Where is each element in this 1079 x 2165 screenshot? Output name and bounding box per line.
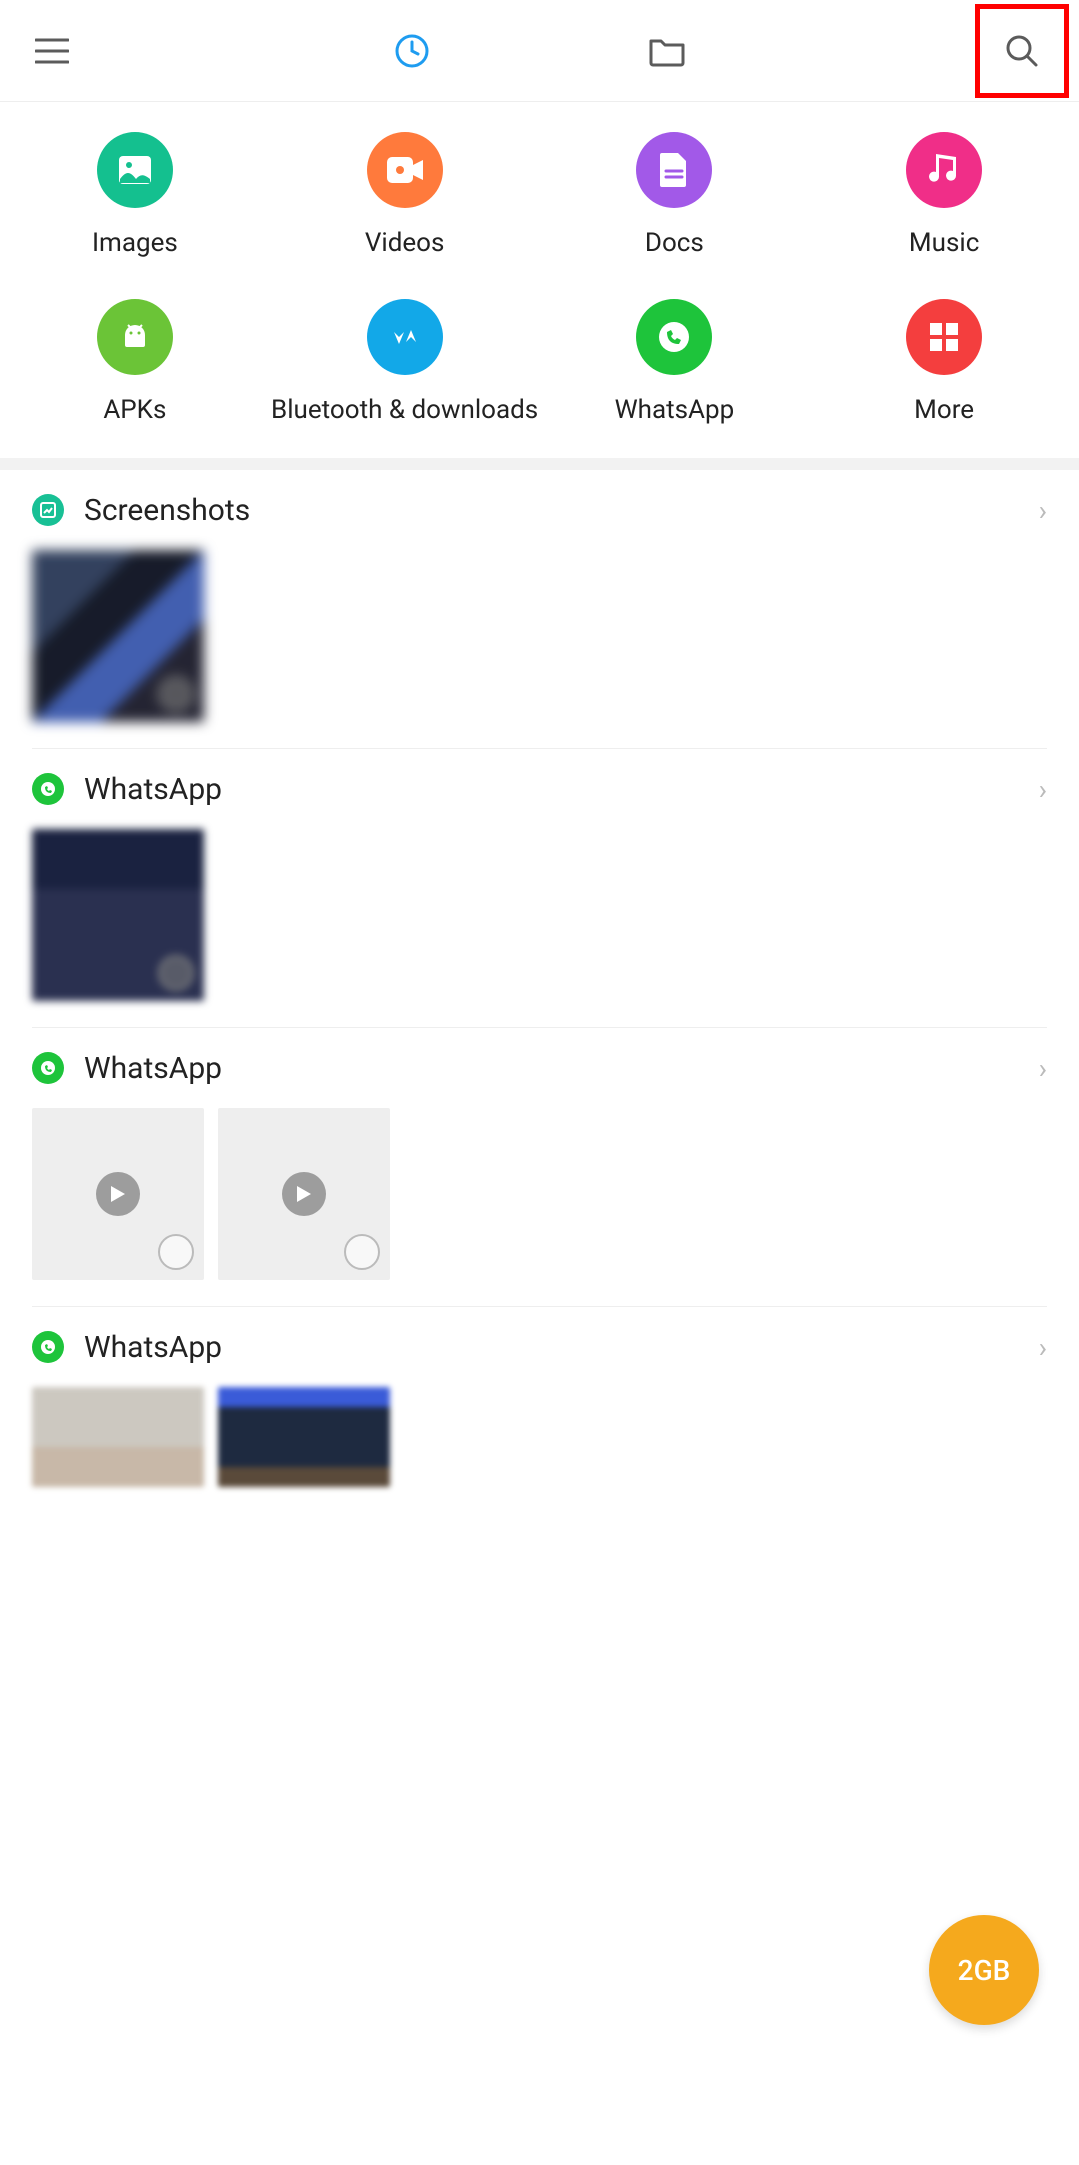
hamburger-icon (35, 38, 69, 64)
search-icon (1004, 33, 1040, 69)
search-button[interactable] (998, 27, 1046, 75)
thumbnail[interactable] (218, 1387, 390, 1487)
grid-icon (906, 299, 982, 375)
search-highlight (975, 4, 1069, 98)
fab-label: 2GB (958, 1954, 1011, 1987)
screenshots-icon (32, 494, 64, 526)
cat-label: Bluetooth & downloads (271, 395, 538, 426)
thumbnail[interactable] (32, 550, 204, 722)
cat-label: APKs (103, 395, 166, 426)
chevron-right-icon: › (1039, 773, 1047, 806)
menu-button[interactable] (28, 27, 76, 75)
whatsapp-icon (636, 299, 712, 375)
topbar (0, 0, 1079, 102)
thumbs-row (32, 550, 1047, 748)
section-title: WhatsApp (84, 772, 1019, 807)
cat-label: WhatsApp (615, 395, 735, 426)
section-whatsapp-3: WhatsApp › (0, 1307, 1079, 1513)
cat-more[interactable]: More (809, 299, 1079, 426)
cat-whatsapp[interactable]: WhatsApp (540, 299, 810, 426)
video-thumbnail[interactable] (32, 1108, 204, 1280)
section-screenshots: Screenshots › (0, 470, 1079, 748)
image-icon (97, 132, 173, 208)
play-icon (282, 1172, 326, 1216)
section-title: WhatsApp (84, 1051, 1019, 1086)
video-thumbnail[interactable] (218, 1108, 390, 1280)
whatsapp-icon (32, 773, 64, 805)
thumbnail[interactable] (32, 1387, 204, 1487)
cat-docs[interactable]: Docs (540, 132, 810, 259)
section-title: Screenshots (84, 493, 1019, 528)
music-icon (906, 132, 982, 208)
select-circle[interactable] (344, 1234, 380, 1270)
cat-music[interactable]: Music (809, 132, 1079, 259)
select-circle[interactable] (158, 676, 194, 712)
recent-tab[interactable] (388, 27, 436, 75)
thumbs-row (32, 1387, 1047, 1513)
cat-label: Images (92, 228, 178, 259)
clock-icon (394, 33, 430, 69)
thumbs-row (32, 1108, 1047, 1306)
select-circle[interactable] (158, 1234, 194, 1270)
section-header[interactable]: Screenshots › (32, 470, 1047, 550)
chevron-right-icon: › (1039, 1331, 1047, 1364)
cat-label: Videos (365, 228, 445, 259)
section-whatsapp-1: WhatsApp › (0, 749, 1079, 1027)
divider-strip (0, 458, 1079, 470)
section-header[interactable]: WhatsApp › (32, 1028, 1047, 1108)
section-title: WhatsApp (84, 1330, 1019, 1365)
cat-label: Docs (645, 228, 704, 259)
download-icon (367, 299, 443, 375)
cat-videos[interactable]: Videos (270, 132, 540, 259)
categories-grid: Images Videos Docs Music APKs Bluetooth … (0, 102, 1079, 446)
cat-label: More (914, 395, 974, 426)
thumbs-row (32, 829, 1047, 1027)
android-icon (97, 299, 173, 375)
folder-icon (649, 35, 685, 67)
select-circle[interactable] (158, 955, 194, 991)
cat-bluetooth-downloads[interactable]: Bluetooth & downloads (270, 299, 540, 426)
whatsapp-icon (32, 1331, 64, 1363)
play-icon (96, 1172, 140, 1216)
cat-apks[interactable]: APKs (0, 299, 270, 426)
section-whatsapp-2: WhatsApp › (0, 1028, 1079, 1306)
storage-fab[interactable]: 2GB (929, 1915, 1039, 2025)
whatsapp-icon (32, 1052, 64, 1084)
chevron-right-icon: › (1039, 494, 1047, 527)
cat-images[interactable]: Images (0, 132, 270, 259)
section-header[interactable]: WhatsApp › (32, 749, 1047, 829)
doc-icon (636, 132, 712, 208)
cat-label: Music (909, 228, 979, 259)
thumbnail[interactable] (32, 829, 204, 1001)
chevron-right-icon: › (1039, 1052, 1047, 1085)
section-header[interactable]: WhatsApp › (32, 1307, 1047, 1387)
video-icon (367, 132, 443, 208)
folder-tab[interactable] (643, 27, 691, 75)
